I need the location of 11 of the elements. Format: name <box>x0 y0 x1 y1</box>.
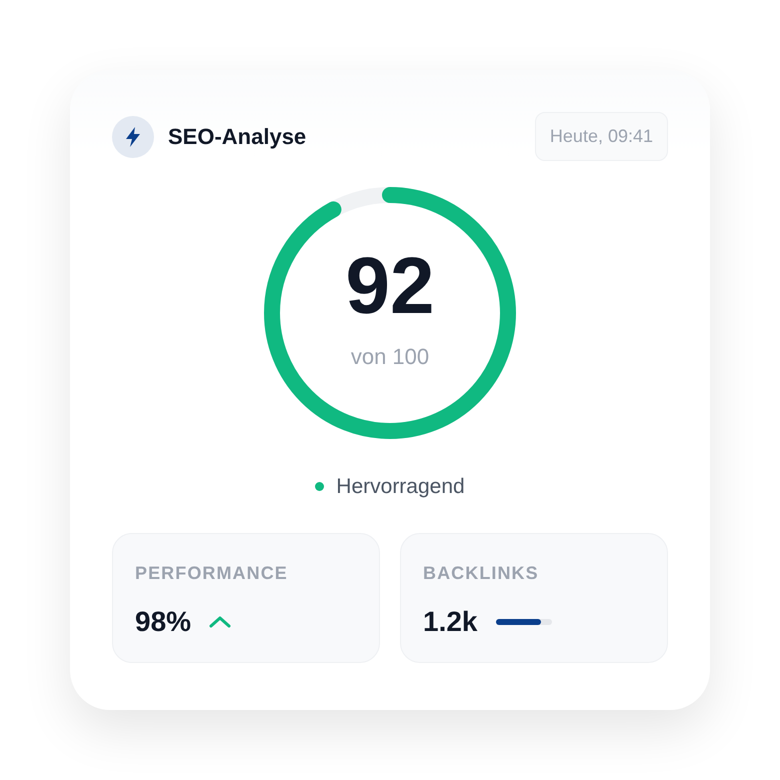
chevron-up-icon <box>209 616 232 628</box>
score-caption: von 100 <box>350 342 430 370</box>
metric-value: 98% <box>135 604 192 638</box>
score-value: 92 <box>346 246 434 326</box>
card-title: SEO-Analyse <box>168 123 306 151</box>
metric-label: BACKLINKS <box>423 562 539 584</box>
metric-label: PERFORMANCE <box>135 562 288 584</box>
timestamp-badge: Heute, 09:41 <box>534 112 668 161</box>
metric-value: 1.2k <box>423 604 478 638</box>
status-label: Hervorragend <box>336 474 465 500</box>
lightning-icon <box>112 116 154 158</box>
